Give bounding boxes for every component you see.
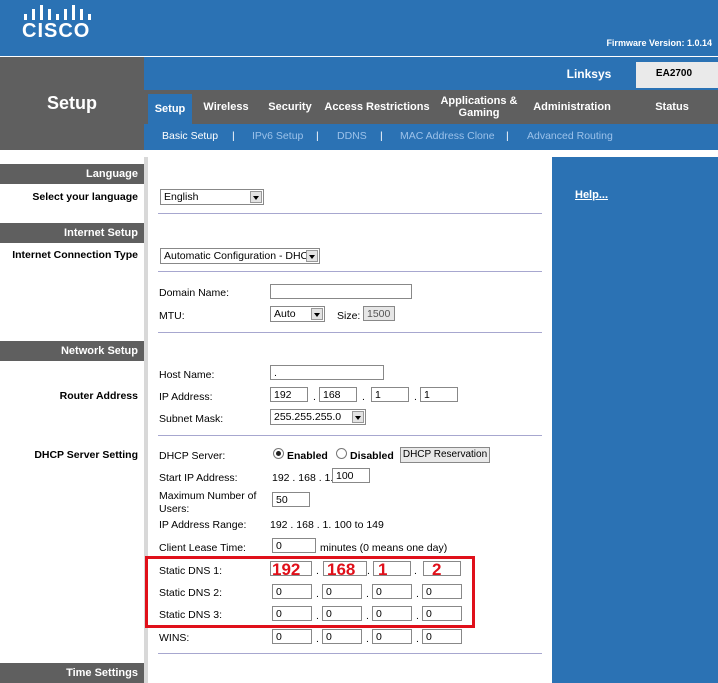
language-select[interactable]: English xyxy=(160,189,264,205)
section-network-setup: Network Setup xyxy=(0,341,144,361)
label-lease-time: Client Lease Time: xyxy=(159,542,246,554)
tab-setup[interactable]: Setup xyxy=(148,94,192,124)
subnet-mask-value: 255.255.255.0 xyxy=(274,411,342,423)
mtu-value: Auto xyxy=(274,308,296,320)
dns-highlight-box xyxy=(145,556,475,628)
label-internet-connection-type: Internet Connection Type xyxy=(12,249,138,261)
ip-octet-4[interactable]: 1 xyxy=(420,387,458,402)
subtab-ipv6-setup[interactable]: IPv6 Setup xyxy=(252,130,303,142)
mtu-select[interactable]: Auto xyxy=(270,306,325,322)
label-select-language: Select your language xyxy=(32,191,138,203)
label-subnet-mask: Subnet Mask: xyxy=(159,413,224,425)
divider xyxy=(158,435,542,436)
subtab-advanced-routing[interactable]: Advanced Routing xyxy=(527,130,613,142)
label-size: Size: xyxy=(337,310,361,322)
label-mtu: MTU: xyxy=(159,310,185,322)
start-ip-input[interactable]: 100 xyxy=(332,468,370,483)
chevron-down-icon xyxy=(250,191,262,203)
label-disabled: Disabled xyxy=(350,450,394,462)
model-name: EA2700 xyxy=(655,68,693,79)
size-input[interactable]: 1500 xyxy=(363,306,395,321)
brand-name: Linksys xyxy=(566,67,612,81)
chevron-down-icon xyxy=(311,308,323,320)
ip-octet-2[interactable]: 168 xyxy=(319,387,357,402)
dhcp-reservation-button[interactable]: DHCP Reservation xyxy=(400,447,490,463)
lease-time-input[interactable]: 0 xyxy=(272,538,316,553)
tab-wireless[interactable]: Wireless xyxy=(196,90,256,124)
wins-octet-1[interactable]: 0 xyxy=(272,629,312,644)
tab-security[interactable]: Security xyxy=(262,90,318,124)
dhcp-enabled-radio[interactable] xyxy=(273,448,284,459)
label-max-users-2: Users: xyxy=(159,503,190,515)
ip-dot: . xyxy=(316,633,319,645)
page-title: Setup xyxy=(46,93,97,113)
label-router-address: Router Address xyxy=(59,390,138,402)
language-select-value: English xyxy=(164,191,199,203)
domain-name-input[interactable] xyxy=(270,284,412,299)
label-dhcp-server-setting: DHCP Server Setting xyxy=(34,449,138,461)
subtab-ddns[interactable]: DDNS xyxy=(337,130,367,142)
subnet-mask-select[interactable]: 255.255.255.0 xyxy=(270,409,366,425)
ip-dot: . xyxy=(313,391,316,403)
subtab-separator: | xyxy=(380,130,383,142)
chevron-down-icon xyxy=(306,250,318,262)
ip-dot: . xyxy=(362,391,365,403)
section-internet-setup: Internet Setup xyxy=(0,223,144,243)
subtab-basic-setup[interactable]: Basic Setup xyxy=(162,130,218,142)
label-wins: WINS: xyxy=(159,632,190,644)
help-link[interactable]: Help... xyxy=(575,189,608,201)
lease-time-note: minutes (0 means one day) xyxy=(320,542,448,554)
tab-status[interactable]: Status xyxy=(640,90,704,124)
connection-type-value: Automatic Configuration - DHCP xyxy=(164,250,316,262)
max-users-input[interactable]: 50 xyxy=(272,492,310,507)
subtab-separator: | xyxy=(506,130,509,142)
start-ip-prefix: 192 . 168 . 1. xyxy=(272,472,334,484)
label-ip-address: IP Address: xyxy=(159,391,213,403)
nav-gap xyxy=(0,150,718,157)
ip-range-value: 192 . 168 . 1. 100 to 149 xyxy=(270,519,384,531)
wins-octet-4[interactable]: 0 xyxy=(422,629,462,644)
divider xyxy=(158,271,542,272)
ip-octet-3[interactable]: 1 xyxy=(371,387,409,402)
subtab-mac-address-clone[interactable]: MAC Address Clone xyxy=(400,130,495,142)
subtab-separator: | xyxy=(232,130,235,142)
divider xyxy=(158,332,542,333)
wins-octet-2[interactable]: 0 xyxy=(322,629,362,644)
ip-dot: . xyxy=(414,391,417,403)
tab-administration[interactable]: Administration xyxy=(528,90,616,124)
wins-octet-3[interactable]: 0 xyxy=(372,629,412,644)
ip-dot: . xyxy=(366,633,369,645)
divider xyxy=(158,653,542,654)
label-enabled: Enabled xyxy=(287,450,328,462)
divider xyxy=(158,213,542,214)
cisco-logo-text: CISCO xyxy=(22,20,91,42)
help-panel xyxy=(552,157,718,683)
label-domain-name: Domain Name: xyxy=(159,287,230,299)
label-dhcp-server: DHCP Server: xyxy=(159,450,226,462)
ip-dot: . xyxy=(416,633,419,645)
label-ip-range: IP Address Range: xyxy=(159,519,247,531)
tab-applications-gaming[interactable]: Applications & Gaming xyxy=(436,90,522,124)
label-max-users-1: Maximum Number of xyxy=(159,490,257,502)
section-language: Language xyxy=(0,164,144,184)
chevron-down-icon xyxy=(352,411,364,423)
subtab-separator: | xyxy=(316,130,319,142)
section-time-settings: Time Settings xyxy=(0,663,144,683)
tab-access-restrictions[interactable]: Access Restrictions xyxy=(324,90,430,124)
dhcp-disabled-radio[interactable] xyxy=(336,448,347,459)
label-host-name: Host Name: xyxy=(159,369,215,381)
host-name-input[interactable]: . xyxy=(270,365,384,380)
label-start-ip: Start IP Address: xyxy=(159,472,238,484)
ip-octet-1[interactable]: 192 xyxy=(270,387,308,402)
connection-type-select[interactable]: Automatic Configuration - DHCP xyxy=(160,248,320,264)
firmware-version: Firmware Version: 1.0.14 xyxy=(606,38,712,48)
